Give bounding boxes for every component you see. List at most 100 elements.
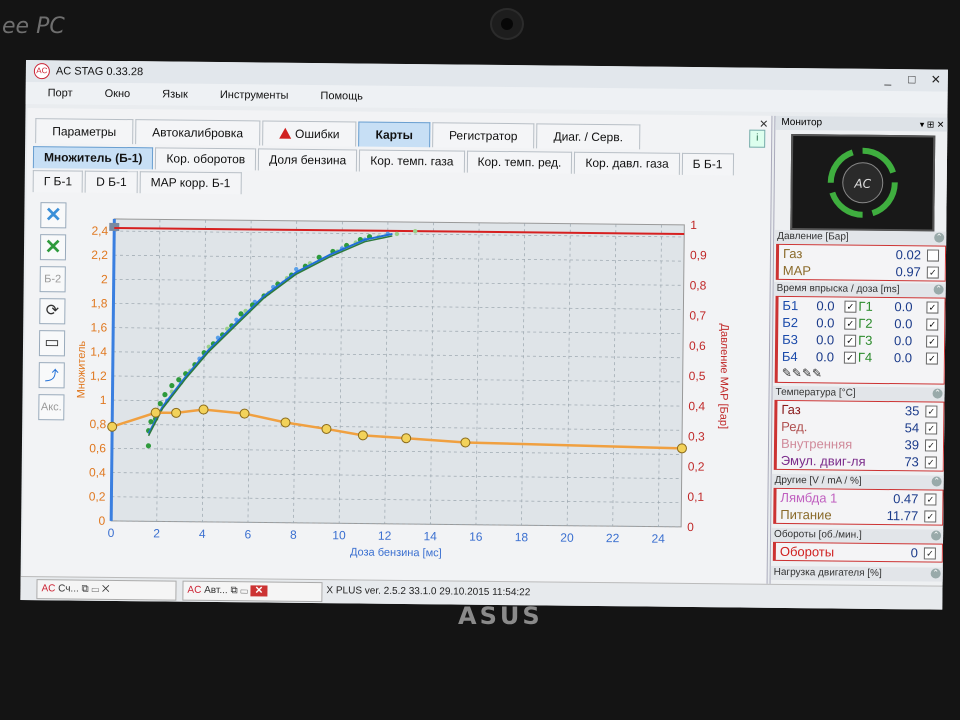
window-controls-icon: ⧉ ▭ ✕ <box>81 583 110 595</box>
other-row-supply: Питание 11.77 ✓ <box>776 506 942 525</box>
tab-maps[interactable]: Карты <box>358 121 431 148</box>
screen: AC AC STAG 0.33.28 _ □ ✕ Порт Окно Язык … <box>20 60 948 610</box>
y-left-tick-label: 1,4 <box>90 345 107 359</box>
x-tick-label: 24 <box>651 532 665 546</box>
menu-window[interactable]: Окно <box>105 88 131 100</box>
svg-text:AC: AC <box>853 177 871 191</box>
menu-help[interactable]: Помощь <box>320 90 363 102</box>
select-area-icon[interactable]: ▭ <box>38 330 66 357</box>
tab-recorder[interactable]: Регистратор <box>431 122 535 149</box>
menu-language[interactable]: Язык <box>162 88 188 100</box>
collapse-icon[interactable]: ⌃ <box>931 530 942 541</box>
collapse-icon[interactable]: ⌃ <box>931 476 942 487</box>
y-left-tick-label: 1,6 <box>90 320 107 334</box>
maximize-button[interactable]: □ <box>900 71 924 87</box>
multiplier-chart[interactable]: 0 2 4 6 8 10 12 14 16 18 20 22 24 0 0,2 0,4 0,6 0,8 1 1,2 1,… <box>71 209 755 576</box>
auto-fit-icon[interactable]: ⤴ <box>38 362 65 389</box>
checkbox[interactable]: ✓ <box>926 335 939 348</box>
delete-points-icon[interactable]: ✕ <box>40 202 67 229</box>
y-right-tick-label: 0,5 <box>689 369 706 383</box>
checkbox[interactable]: ✓ <box>925 405 938 418</box>
temp-row-reducer: Ред. 54 ✓ <box>777 418 943 437</box>
collapse-icon[interactable]: ⌃ <box>930 568 941 579</box>
checkbox[interactable]: ✓ <box>924 456 937 469</box>
injector-row-3: Б3 0.0 ✓ Г3 0.0 ✓ <box>778 331 944 350</box>
y-left-axis-label: Множитель <box>75 341 88 399</box>
checkbox[interactable]: ✓ <box>926 318 939 331</box>
tab-diagnostics[interactable]: Диаг. / Серв. <box>536 123 641 150</box>
bank2-button[interactable]: Б-2 <box>39 266 66 293</box>
tab-multiplier-b1[interactable]: Множитель (Б-1) <box>32 146 154 170</box>
bezel-brand-bottom: ASUS <box>458 602 543 630</box>
tab-d-b1[interactable]: D Б-1 <box>85 170 138 194</box>
x-axis-label: Доза бензина [мс] <box>350 546 442 559</box>
collapse-icon[interactable]: ⌃ <box>932 388 943 399</box>
injector-icons: ✎✎✎✎ <box>778 365 944 384</box>
tab-b-b1[interactable]: Б Б-1 <box>681 152 734 176</box>
injector-row-4: Б4 0.0 ✓ Г4 0.0 ✓ <box>778 348 944 367</box>
y-left-tick-label: 1,2 <box>90 369 107 383</box>
temp-row-engine-emulation: Эмул. двиг-ля 73 ✓ <box>777 452 943 471</box>
tab-reducer-temp-correction[interactable]: Кор. темп. ред. <box>466 150 573 174</box>
map-tabs-row2: Г Б-1 D Б-1 MAP корр. Б-1 <box>32 170 244 195</box>
tab-gas-pressure-correction[interactable]: Кор. давл. газа <box>574 151 680 175</box>
multiplier-point <box>321 423 332 434</box>
checkbox[interactable]: ✓ <box>924 493 937 506</box>
checkbox[interactable]: ✓ <box>843 351 856 364</box>
window-title: AC STAG 0.33.28 <box>55 65 144 79</box>
checkbox[interactable]: ✓ <box>923 547 936 560</box>
checkbox[interactable]: ✓ <box>844 334 857 347</box>
warning-icon <box>278 127 292 139</box>
app-logo-icon: AC <box>41 583 59 595</box>
injector-icon: ✎✎✎✎ <box>781 365 823 381</box>
multiplier-point <box>198 404 209 415</box>
tab-petrol-share[interactable]: Доля бензина <box>258 148 358 172</box>
tab-parameters[interactable]: Параметры <box>35 118 134 145</box>
checkbox[interactable]: ✓ <box>926 301 939 314</box>
delete-all-icon[interactable]: ✕ <box>39 234 67 261</box>
y-left-tick-label: 2,4 <box>91 224 108 238</box>
tab-gas-temp-correction[interactable]: Кор. темп. газа <box>359 149 465 173</box>
webcam <box>490 8 524 40</box>
multiplier-point <box>280 417 291 428</box>
checkbox[interactable]: ✓ <box>844 300 857 313</box>
menu-tools[interactable]: Инструменты <box>220 89 289 102</box>
checkbox[interactable]: ✓ <box>926 266 939 279</box>
tab-g-b1[interactable]: Г Б-1 <box>32 170 84 193</box>
menu-port[interactable]: Порт <box>48 87 73 99</box>
monitor-window-controls-icon[interactable]: ▾ ⊞ ✕ <box>920 117 945 131</box>
checkbox[interactable]: ✓ <box>924 510 937 523</box>
taskbar-window-2[interactable]: AC Авт... ⧉ ▭ ✕ <box>182 580 323 603</box>
bezel-brand-top: ee PC <box>2 14 65 39</box>
y-right-tick-label: 1 <box>690 218 697 232</box>
other-box: Лямбда 1 0.47 ✓ Питание 11.77 ✓ <box>773 487 944 526</box>
checkbox[interactable]: ✓ <box>925 422 938 435</box>
checkbox[interactable] <box>926 249 940 262</box>
tab-errors[interactable]: Ошибки <box>261 120 357 147</box>
multiplier-point <box>401 433 412 444</box>
close-button[interactable]: ✕ <box>924 71 948 87</box>
multiplier-chart-svg[interactable]: 0 2 4 6 8 10 12 14 16 18 20 22 2400,20,40,60,811,21,… <box>71 209 755 576</box>
plot-area <box>110 218 685 528</box>
x-tick-label: 10 <box>332 528 346 542</box>
checkbox[interactable]: ✓ <box>925 352 938 365</box>
checkbox[interactable]: ✓ <box>924 439 938 452</box>
info-icon[interactable]: i <box>749 129 766 148</box>
tab-map-correction-b1[interactable]: MAP корр. Б-1 <box>139 171 242 195</box>
refresh-icon[interactable]: ⟳ <box>39 298 66 325</box>
pressure-row-gas: Газ 0.02 <box>779 245 945 264</box>
collapse-icon[interactable]: ⌃ <box>933 284 944 295</box>
collapse-icon[interactable]: ⌃ <box>934 232 945 243</box>
accessory-button[interactable]: Акс. <box>38 394 65 421</box>
rpm-box: Обороты 0 ✓ <box>772 541 943 563</box>
x-tick-label: 22 <box>606 531 620 545</box>
y-right-tick-label: 0,1 <box>687 490 704 504</box>
taskbar-window-1[interactable]: AC Сч... ⧉ ▭ ✕ <box>36 579 177 601</box>
checkbox[interactable]: ✓ <box>844 317 857 330</box>
tab-autocalibration[interactable]: Автокалибровка <box>135 119 261 146</box>
x-tick-label: 16 <box>469 530 483 544</box>
minimize-button[interactable]: _ <box>876 71 900 87</box>
tab-rpm-correction[interactable]: Кор. оборотов <box>155 147 257 171</box>
x-tick-label: 12 <box>378 529 392 543</box>
app-logo-icon: AC <box>187 584 205 596</box>
